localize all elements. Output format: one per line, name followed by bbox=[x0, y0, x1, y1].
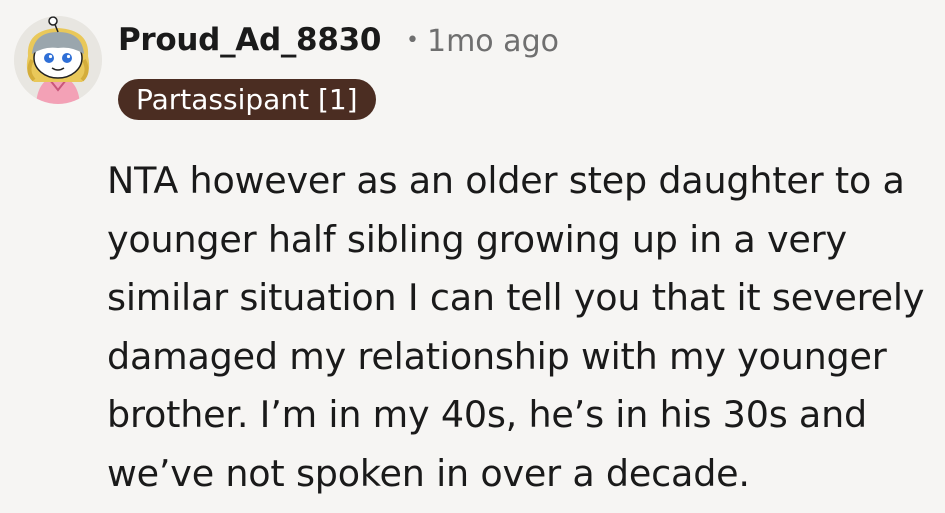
meta-separator: • bbox=[406, 28, 419, 53]
comment-body-line: brother. I’m in my 40s, he’s in his 30s … bbox=[107, 393, 868, 436]
username-link[interactable]: Proud_Ad_8830 bbox=[118, 22, 381, 58]
comment-timestamp[interactable]: 1mo ago bbox=[427, 24, 559, 59]
comment-body: NTA however as an older step daughter to… bbox=[107, 152, 937, 503]
comment-body-line: NTA however as an older step daughter to… bbox=[107, 159, 905, 202]
comment-meta: • 1mo ago bbox=[406, 24, 559, 59]
comment: Proud_Ad_8830 • 1mo ago Partassipant [1] … bbox=[0, 0, 945, 513]
comment-body-line: we’ve not spoken in over a decade. bbox=[107, 451, 750, 495]
comment-body-line: damaged my relationship with my younger bbox=[107, 334, 887, 378]
comment-body-line: younger half sibling growing up in a ver… bbox=[107, 217, 847, 261]
user-avatar[interactable] bbox=[14, 16, 102, 104]
comment-body-line: similar situation I can tell you that it… bbox=[107, 276, 925, 319]
user-flair-badge: Partassipant [1] bbox=[118, 79, 376, 120]
snoo-avatar-icon bbox=[14, 16, 102, 104]
